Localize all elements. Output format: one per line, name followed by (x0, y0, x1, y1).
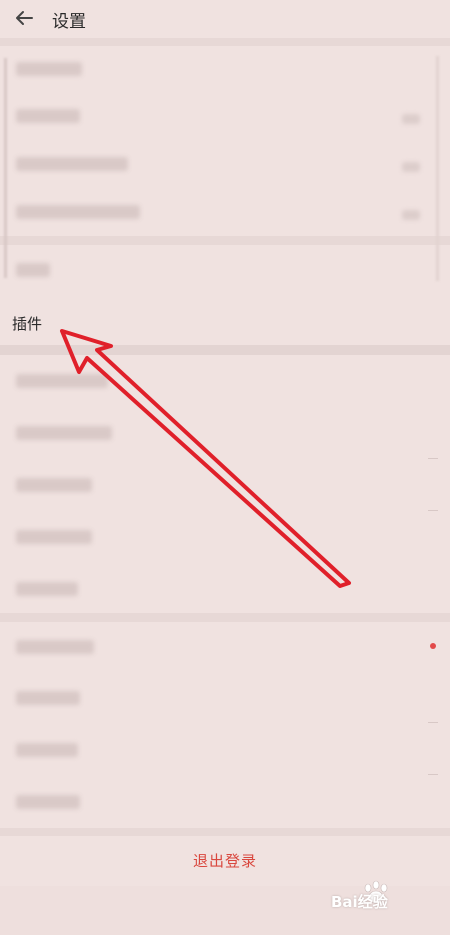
blurred-label (16, 478, 92, 492)
list-item[interactable] (0, 407, 450, 459)
list-item[interactable] (0, 511, 450, 563)
divider (0, 345, 450, 355)
list-item[interactable] (0, 355, 450, 407)
plugins-row[interactable] (0, 295, 450, 345)
divider (0, 828, 450, 836)
list-item[interactable] (0, 188, 450, 236)
list-item[interactable] (0, 776, 450, 828)
divider (428, 510, 438, 511)
blurred-label (16, 530, 92, 544)
list-item[interactable] (0, 563, 450, 613)
divider (0, 38, 450, 46)
list-item[interactable] (0, 92, 450, 140)
blurred-label (16, 205, 140, 219)
divider (428, 774, 438, 775)
blurred-label (16, 157, 128, 171)
settings-group-2 (0, 245, 450, 295)
list-item[interactable] (0, 245, 450, 295)
blurred-label (16, 795, 80, 809)
logout-label[interactable]: 退出登录 (0, 850, 450, 871)
list-item[interactable] (0, 140, 450, 188)
settings-group-4 (0, 622, 450, 828)
divider (428, 458, 438, 459)
chevron-right-icon (402, 210, 420, 220)
list-item[interactable] (0, 46, 450, 92)
header-bar: 设置 (0, 0, 450, 38)
list-item[interactable] (0, 459, 450, 511)
blurred-label (16, 263, 50, 277)
chevron-right-icon (402, 162, 420, 172)
watermark-text: Bai经验 (331, 893, 388, 911)
page-title: 设置 (52, 12, 86, 32)
plugins-label[interactable]: 插件 (12, 313, 42, 334)
blurred-label (16, 640, 94, 654)
list-item[interactable] (0, 672, 450, 724)
chevron-right-icon (402, 114, 420, 124)
blurred-label (16, 62, 82, 76)
blurred-label (16, 426, 112, 440)
list-item[interactable] (0, 622, 450, 672)
blurred-label (16, 582, 78, 596)
settings-group-1 (0, 46, 450, 236)
scroll-indicator (436, 56, 439, 281)
blurred-label (16, 109, 80, 123)
blurred-label (16, 743, 78, 757)
settings-group-3 (0, 355, 450, 613)
arrow-left-icon[interactable] (12, 6, 36, 30)
blurred-label (16, 691, 80, 705)
divider (0, 236, 450, 245)
divider (428, 722, 438, 723)
scroll-indicator (4, 58, 7, 278)
divider (0, 613, 450, 622)
list-item[interactable] (0, 724, 450, 776)
notification-dot (430, 643, 436, 649)
blurred-label (16, 374, 108, 388)
